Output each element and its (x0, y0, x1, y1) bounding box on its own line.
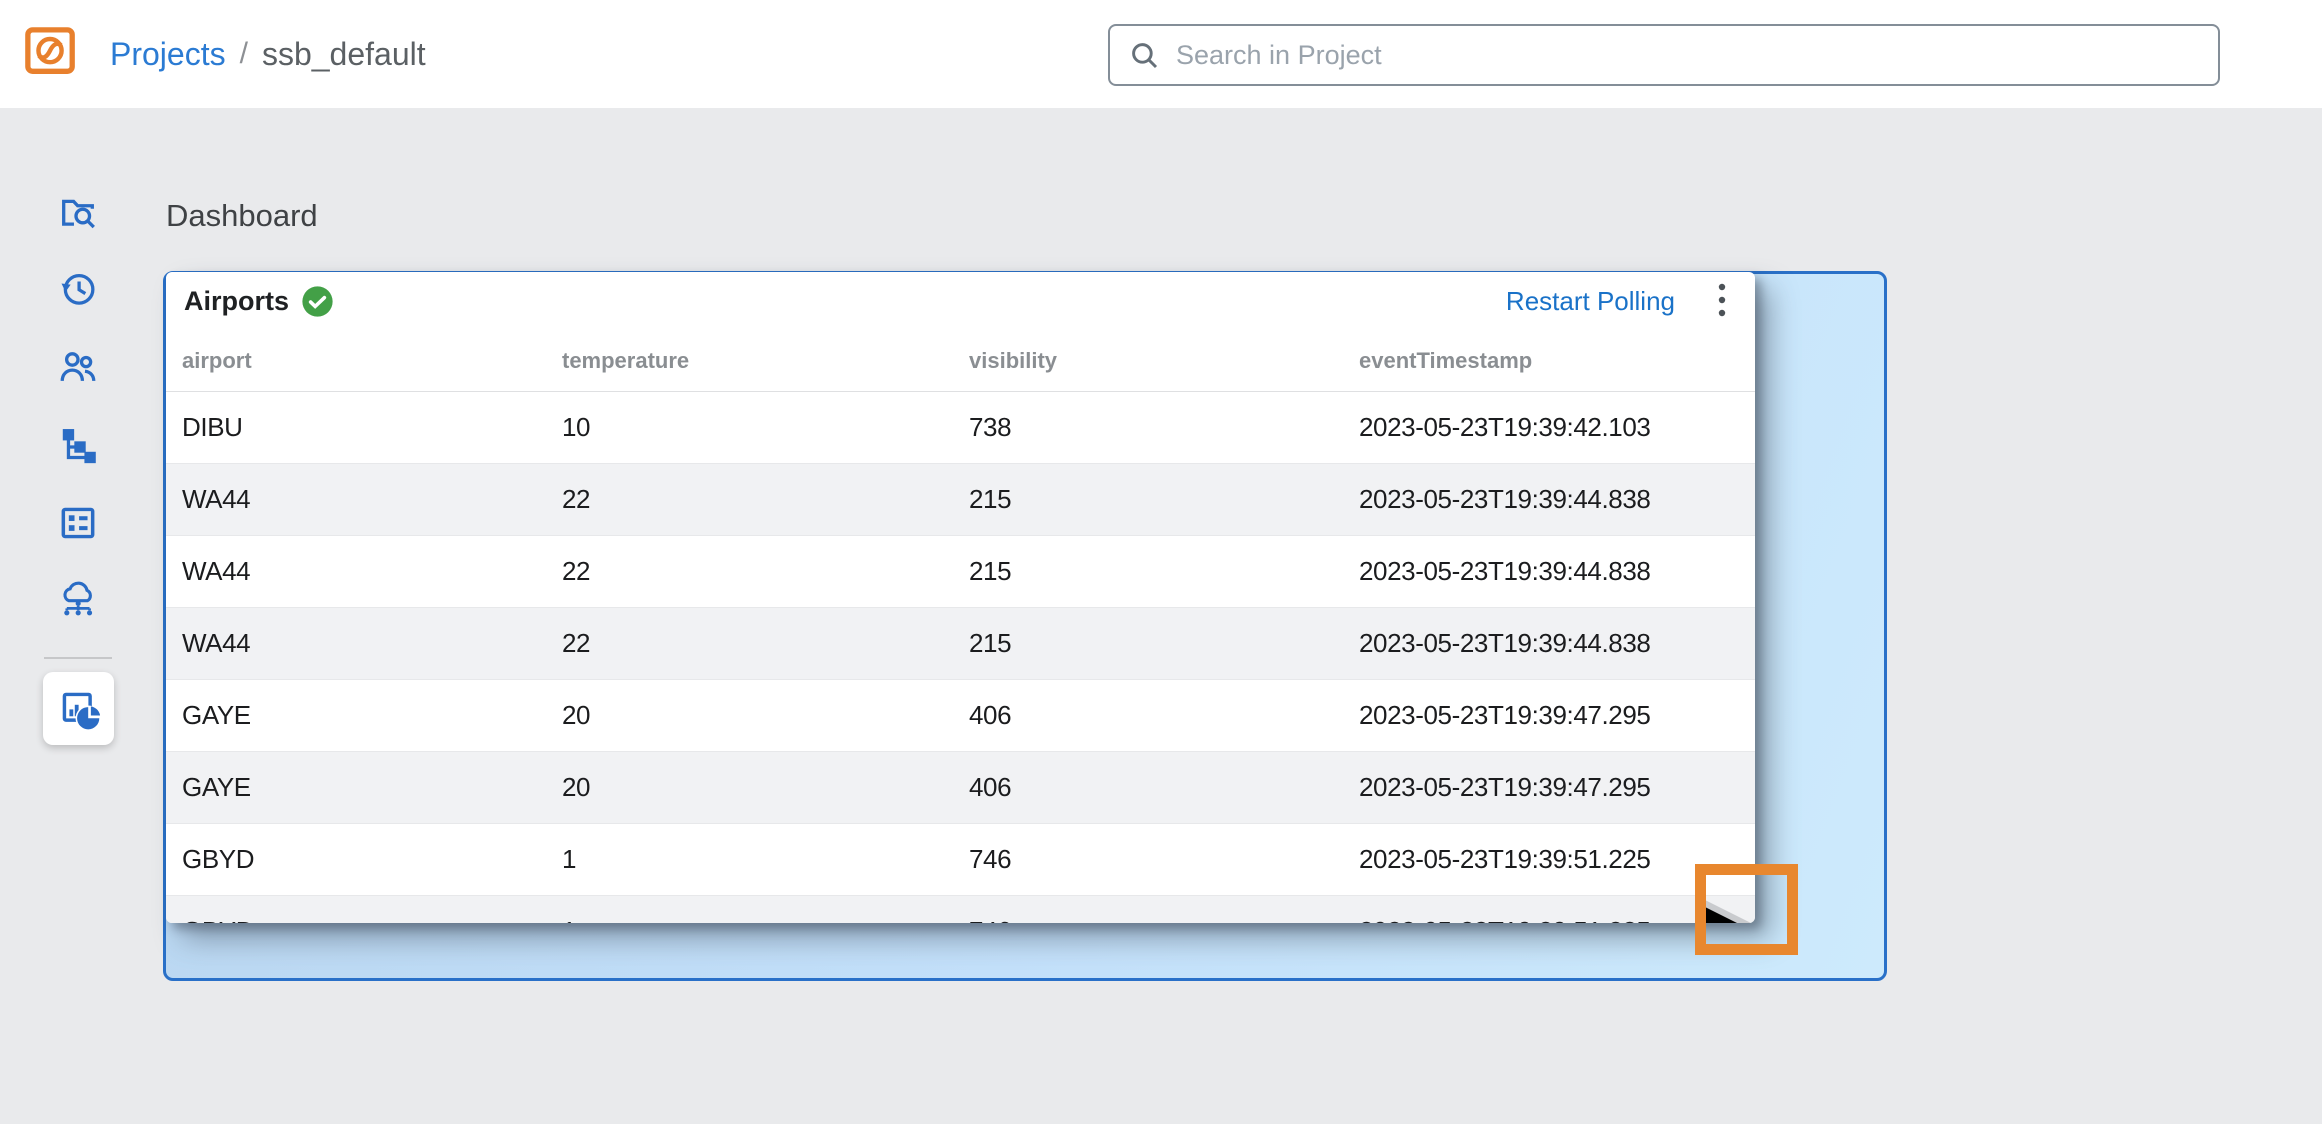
table-row: GBYD17462023-05-23T19:39:51.225 (166, 896, 1755, 923)
forms-list-icon (56, 501, 100, 545)
table-cell: WA44 (166, 628, 562, 659)
widget-title: Airports (184, 286, 289, 317)
table-row: GBYD17462023-05-23T19:39:51.225 (166, 824, 1755, 896)
table-cell: 215 (969, 556, 1359, 587)
kebab-menu-icon (1717, 281, 1727, 321)
table-row: WA44222152023-05-23T19:39:44.838 (166, 536, 1755, 608)
table-cell: 1 (562, 844, 969, 875)
breadcrumb-projects-link[interactable]: Projects (110, 36, 226, 73)
table-cell: 2023-05-23T19:39:47.295 (1359, 700, 1755, 731)
airports-table-head: airporttemperaturevisibilityeventTimesta… (166, 330, 1755, 392)
table-cell: 22 (562, 484, 969, 515)
table-cell: 2023-05-23T19:39:47.295 (1359, 772, 1755, 803)
annotation-rectangle (1695, 864, 1798, 955)
table-cell: 215 (969, 628, 1359, 659)
sidebar-divider (44, 657, 112, 659)
sidebar-item-explorer[interactable] (56, 190, 100, 234)
table-cell: GAYE (166, 700, 562, 731)
search-input[interactable] (1176, 40, 2200, 71)
restart-polling-link[interactable]: Restart Polling (1506, 286, 1675, 317)
table-cell: 22 (562, 628, 969, 659)
cloud-nodes-icon (56, 578, 100, 622)
table-cell: GBYD (166, 916, 562, 923)
search-icon (1128, 39, 1160, 71)
table-cell: 406 (969, 700, 1359, 731)
table-cell: WA44 (166, 484, 562, 515)
table-cell: 2023-05-23T19:39:44.838 (1359, 556, 1755, 587)
history-icon (56, 267, 100, 311)
table-cell: DIBU (166, 412, 562, 443)
sidebar-item-lineage[interactable] (56, 423, 100, 467)
table-cell: 746 (969, 916, 1359, 923)
ssb-app-logo-icon[interactable] (24, 26, 78, 76)
lineage-icon (56, 423, 100, 467)
table-cell: 215 (969, 484, 1359, 515)
dashboard-chart-icon (56, 686, 102, 732)
users-icon (56, 345, 100, 389)
table-cell: 746 (969, 844, 1359, 875)
page-title: Dashboard (166, 198, 318, 234)
sidebar-item-users[interactable] (56, 345, 100, 389)
table-cell: 2023-05-23T19:39:42.103 (1359, 412, 1755, 443)
table-cell: GBYD (166, 844, 562, 875)
breadcrumb: Projects / ssb_default (110, 0, 426, 108)
table-cell: 738 (969, 412, 1359, 443)
table-cell: 22 (562, 556, 969, 587)
column-header-visibility[interactable]: visibility (969, 348, 1359, 374)
top-bar: Projects / ssb_default (0, 0, 2322, 108)
airports-widget: Airports Restart Polling airporttemperat… (166, 272, 1755, 923)
widget-header: Airports Restart Polling (166, 272, 1755, 330)
column-header-eventTimestamp[interactable]: eventTimestamp (1359, 348, 1755, 374)
table-row: WA44222152023-05-23T19:39:44.838 (166, 464, 1755, 536)
breadcrumb-current-project: ssb_default (262, 36, 426, 73)
column-header-airport[interactable]: airport (166, 348, 562, 374)
table-cell: GAYE (166, 772, 562, 803)
table-cell: 1 (562, 916, 969, 923)
table-cell: 20 (562, 772, 969, 803)
sidebar-item-history[interactable] (56, 267, 100, 311)
success-check-icon (301, 285, 334, 318)
breadcrumb-separator: / (240, 37, 248, 71)
folder-search-icon (56, 190, 100, 234)
airports-table-body: DIBU107382023-05-23T19:39:42.103WA442221… (166, 392, 1755, 923)
project-search[interactable] (1108, 24, 2220, 86)
table-cell: 2023-05-23T19:39:44.838 (1359, 484, 1755, 515)
table-cell: WA44 (166, 556, 562, 587)
table-cell: 10 (562, 412, 969, 443)
column-header-temperature[interactable]: temperature (562, 348, 969, 374)
table-cell: 2023-05-23T19:39:44.838 (1359, 628, 1755, 659)
table-row: GAYE204062023-05-23T19:39:47.295 (166, 680, 1755, 752)
table-cell: 20 (562, 700, 969, 731)
table-row: WA44222152023-05-23T19:39:44.838 (166, 608, 1755, 680)
table-cell: 406 (969, 772, 1359, 803)
widget-menu-button[interactable] (1717, 280, 1729, 322)
table-row: GAYE204062023-05-23T19:39:47.295 (166, 752, 1755, 824)
sidebar-item-forms[interactable] (56, 501, 100, 545)
sidebar-item-cloud[interactable] (56, 578, 100, 622)
table-row: DIBU107382023-05-23T19:39:42.103 (166, 392, 1755, 464)
sidebar-item-dashboard-active[interactable] (43, 672, 114, 745)
